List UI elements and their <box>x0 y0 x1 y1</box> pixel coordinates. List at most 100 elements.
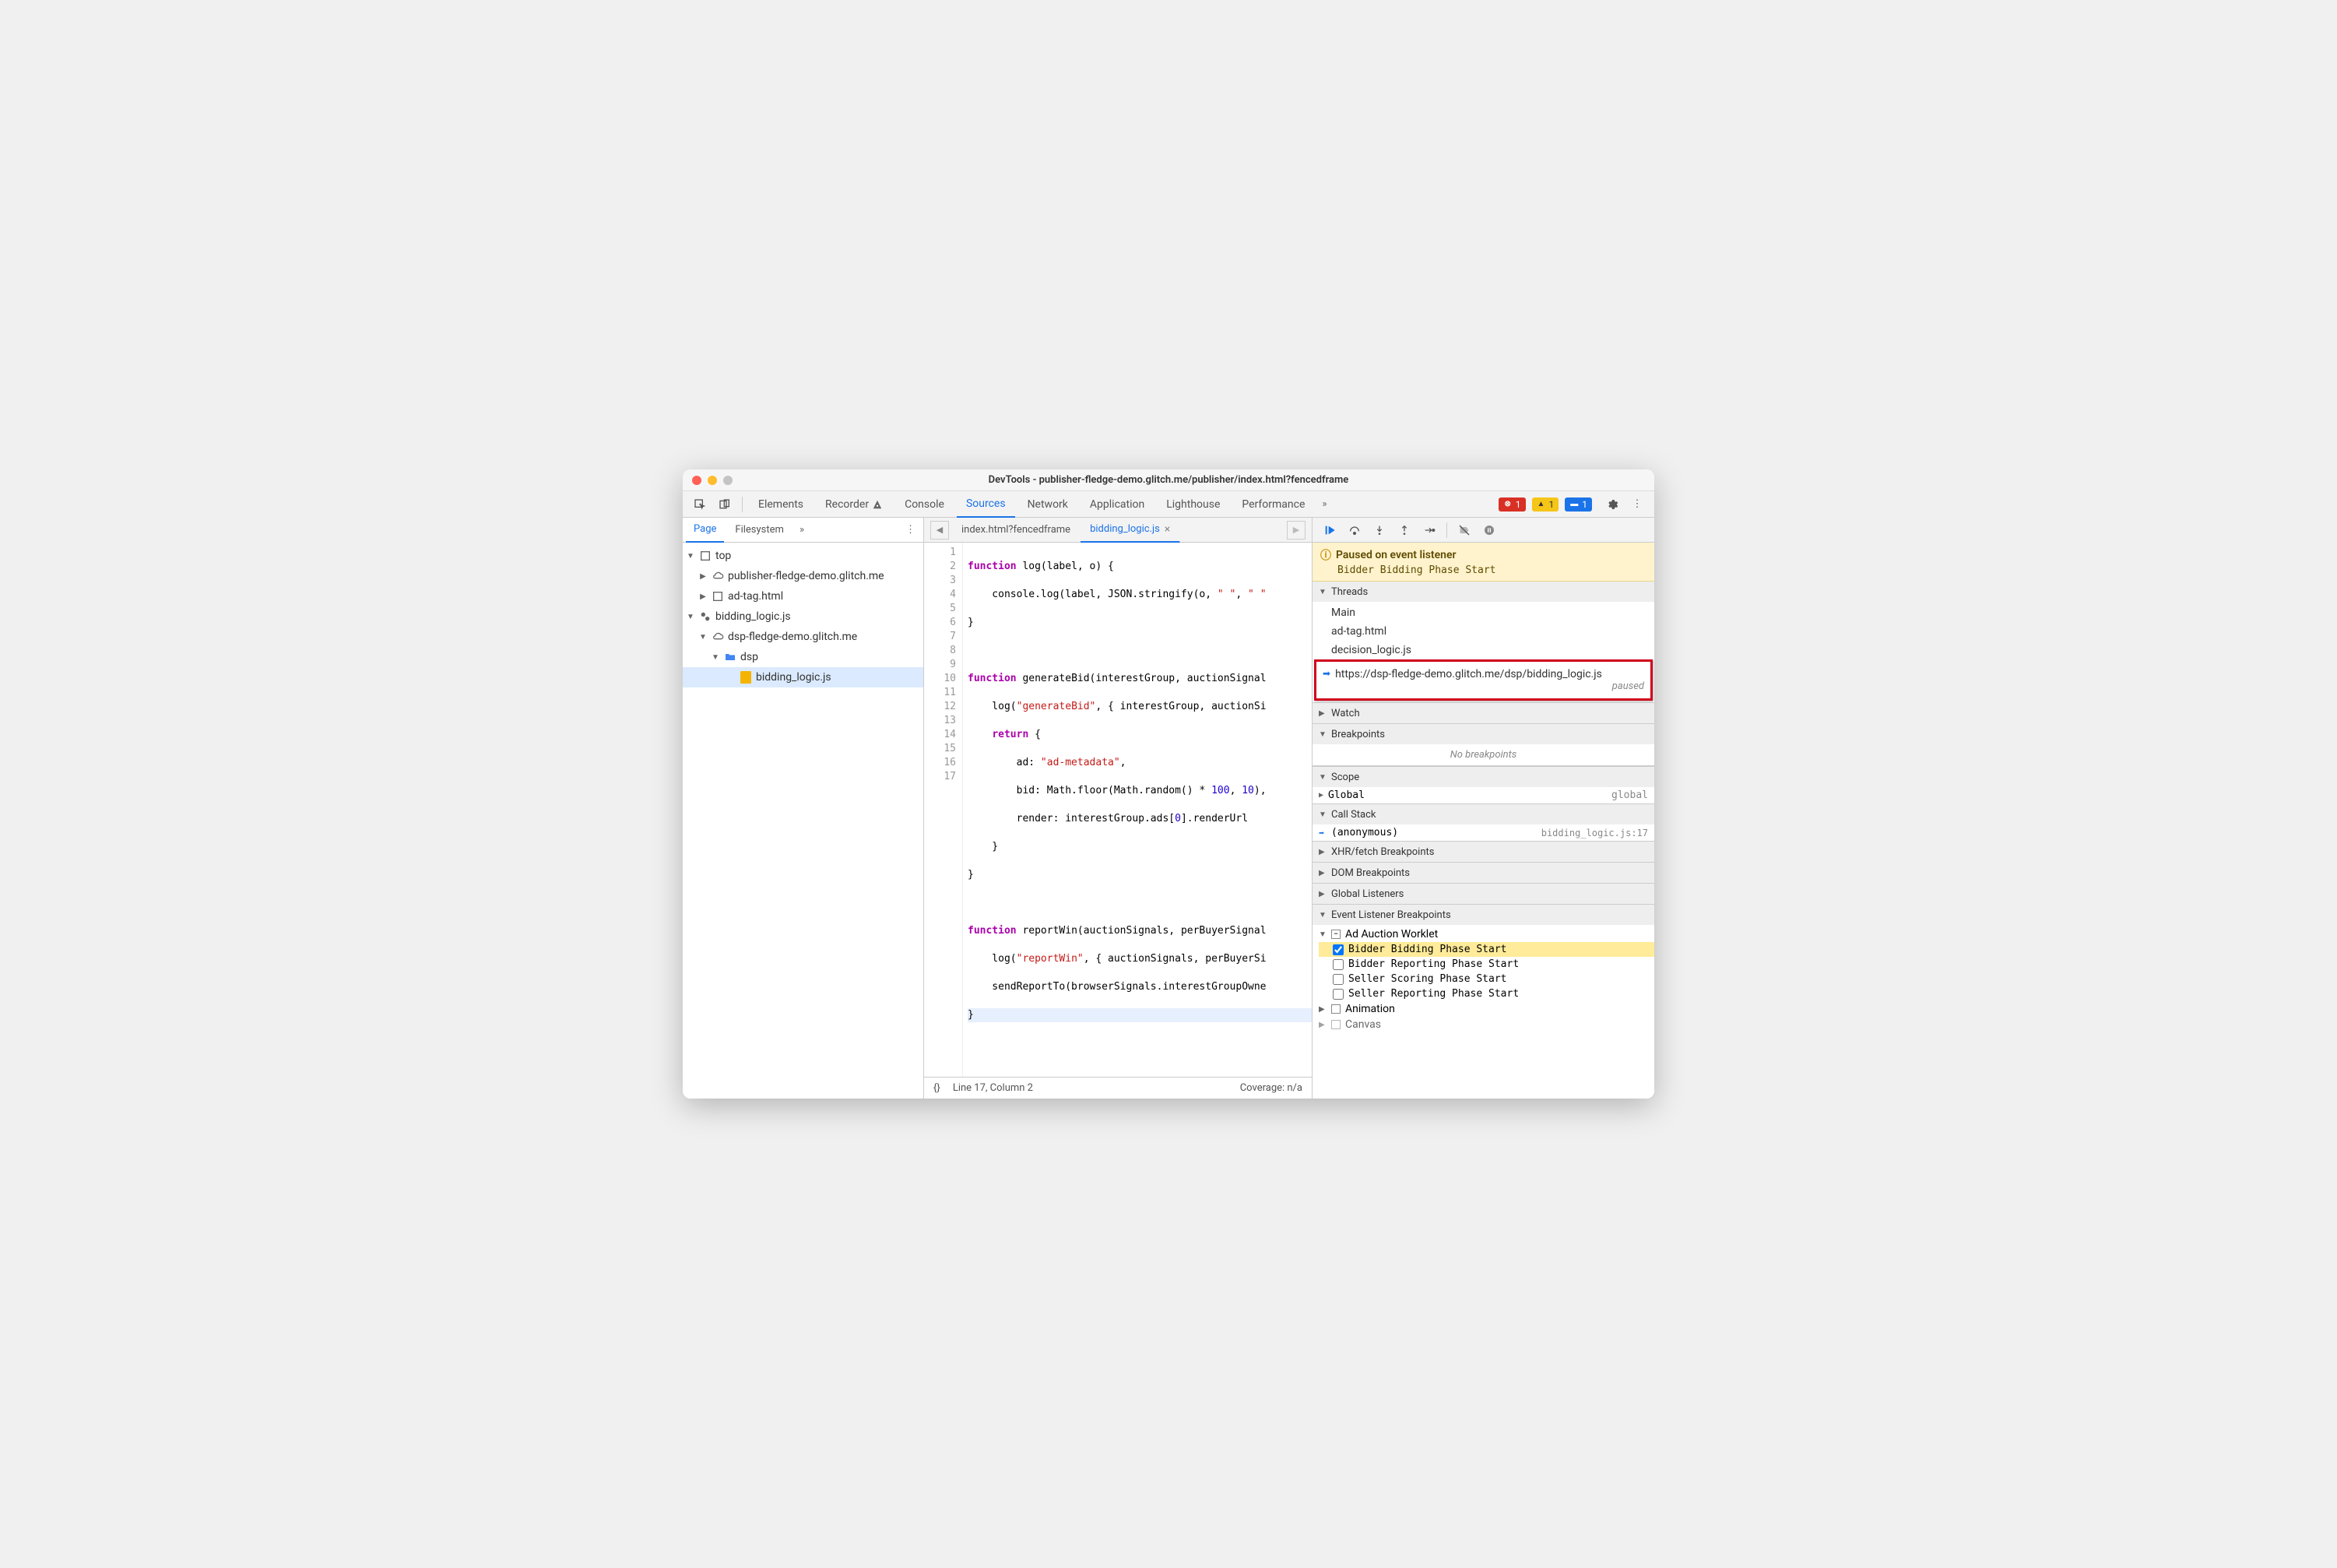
tab-sources[interactable]: Sources <box>957 491 1015 518</box>
tree-publisher-label: publisher-fledge-demo.glitch.me <box>728 570 884 582</box>
more-options-icon[interactable]: ⋮ <box>1626 494 1648 515</box>
tree-dsp-domain[interactable]: ▼ dsp-fledge-demo.glitch.me <box>683 627 923 647</box>
evt-bbs-checkbox[interactable] <box>1333 944 1344 955</box>
zoom-window-button[interactable] <box>723 476 733 485</box>
step-over-icon[interactable] <box>1344 521 1365 540</box>
scope-header[interactable]: ▼Scope <box>1313 767 1654 787</box>
status-bar: {} Line 17, Column 2 Coverage: n/a <box>924 1077 1312 1099</box>
messages-badge[interactable]: ▬1 <box>1565 497 1592 512</box>
pause-banner: ⓘ Paused on event listener Bidder Biddin… <box>1313 543 1654 582</box>
step-icon[interactable] <box>1418 521 1440 540</box>
gl-label: Global Listeners <box>1331 888 1404 900</box>
evt-srs[interactable]: Seller Reporting Phase Start <box>1319 986 1654 1001</box>
evt-group-adauction[interactable]: ▼Ad Auction Worklet <box>1319 926 1654 942</box>
errors-badge[interactable]: ⊗1 <box>1499 497 1526 512</box>
checkbox-icon[interactable] <box>1331 1020 1341 1029</box>
evt-adauction-label: Ad Auction Worklet <box>1345 928 1438 940</box>
tab-network[interactable]: Network <box>1018 491 1077 518</box>
callstack-label: Call Stack <box>1331 809 1376 821</box>
checkbox-icon[interactable] <box>1331 1004 1341 1014</box>
tab-recorder-label: Recorder <box>825 498 869 511</box>
nav-tab-filesystem[interactable]: Filesystem <box>727 518 792 543</box>
nav-menu-icon[interactable]: ⋮ <box>901 524 920 536</box>
traffic-lights <box>692 476 733 485</box>
history-back-icon[interactable]: ◀ <box>930 521 949 540</box>
code-editor[interactable]: 1234567891011121314151617 function log(l… <box>924 543 1312 1077</box>
dom-breakpoints-header[interactable]: ▶DOM Breakpoints <box>1313 863 1654 883</box>
watch-label: Watch <box>1331 708 1360 719</box>
tree-publisher[interactable]: ▶ publisher-fledge-demo.glitch.me <box>683 566 923 586</box>
gears-icon <box>698 610 712 623</box>
evt-brs-checkbox[interactable] <box>1333 959 1344 970</box>
global-listeners-header[interactable]: ▶Global Listeners <box>1313 884 1654 904</box>
evt-sss-checkbox[interactable] <box>1333 974 1344 985</box>
thread-current-label: https://dsp-fledge-demo.glitch.me/dsp/bi… <box>1335 668 1644 680</box>
warnings-count: 1 <box>1549 499 1555 510</box>
indeterminate-checkbox-icon[interactable] <box>1331 930 1341 939</box>
history-forward-icon[interactable]: ▶ <box>1287 521 1306 540</box>
tree-bidding-root[interactable]: ▼ bidding_logic.js <box>683 606 923 627</box>
scope-global[interactable]: ▶Globalglobal <box>1313 787 1654 803</box>
thread-main[interactable]: Main <box>1313 603 1654 622</box>
tab-lighthouse[interactable]: Lighthouse <box>1157 491 1229 518</box>
settings-icon[interactable] <box>1601 494 1623 515</box>
no-breakpoints: No breakpoints <box>1313 744 1654 766</box>
resume-icon[interactable] <box>1319 521 1341 540</box>
pretty-print-icon[interactable]: {} <box>933 1082 940 1094</box>
editor-tab-bidding[interactable]: bidding_logic.js × <box>1081 518 1180 543</box>
breakpoints-header[interactable]: ▼Breakpoints <box>1313 724 1654 744</box>
tree-adtag-label: ad-tag.html <box>728 590 783 603</box>
inspect-element-icon[interactable] <box>689 494 711 515</box>
step-out-icon[interactable] <box>1393 521 1415 540</box>
more-tabs-icon[interactable]: » <box>1317 498 1331 510</box>
stack-frame-0[interactable]: ➡(anonymous)bidding_logic.js:17 <box>1313 824 1654 841</box>
editor-tabs: ◀ index.html?fencedframe bidding_logic.j… <box>924 518 1312 543</box>
pause-on-exceptions-icon[interactable] <box>1478 521 1500 540</box>
thread-current[interactable]: ➡ https://dsp-fledge-demo.glitch.me/dsp/… <box>1314 659 1653 701</box>
evt-srs-checkbox[interactable] <box>1333 989 1344 1000</box>
close-tab-icon[interactable]: × <box>1165 523 1170 536</box>
evt-group-canvas[interactable]: ▶Canvas <box>1319 1017 1654 1032</box>
tree-top[interactable]: ▼ top <box>683 546 923 566</box>
tab-performance[interactable]: Performance <box>1232 491 1314 518</box>
evt-bbs[interactable]: Bidder Bidding Phase Start <box>1319 942 1654 957</box>
stack-frame-0-label: (anonymous) <box>1331 827 1398 838</box>
tab-recorder[interactable]: Recorder <box>816 491 892 518</box>
tab-application[interactable]: Application <box>1081 491 1154 518</box>
watch-header[interactable]: ▶Watch <box>1313 703 1654 723</box>
tree-dsp-folder[interactable]: ▼ dsp <box>683 647 923 667</box>
tree-adtag[interactable]: ▶ ad-tag.html <box>683 586 923 606</box>
xhr-breakpoints-header[interactable]: ▶XHR/fetch Breakpoints <box>1313 842 1654 862</box>
nav-tab-page[interactable]: Page <box>686 518 724 543</box>
warnings-badge[interactable]: ▲1 <box>1532 497 1559 512</box>
tab-elements[interactable]: Elements <box>749 491 813 518</box>
tree-bidding-root-label: bidding_logic.js <box>715 610 791 623</box>
tab-console[interactable]: Console <box>895 491 954 518</box>
cloud-icon <box>711 631 725 643</box>
step-into-icon[interactable] <box>1369 521 1390 540</box>
dom-label: DOM Breakpoints <box>1331 867 1410 879</box>
close-window-button[interactable] <box>692 476 701 485</box>
evt-sss[interactable]: Seller Scoring Phase Start <box>1319 972 1654 986</box>
tree-bidding-file[interactable]: bidding_logic.js <box>683 667 923 687</box>
tree-dsp-domain-label: dsp-fledge-demo.glitch.me <box>728 631 857 643</box>
nav-more-icon[interactable]: » <box>795 524 809 536</box>
evt-label: Event Listener Breakpoints <box>1331 909 1451 921</box>
thread-decision[interactable]: decision_logic.js <box>1313 641 1654 659</box>
pause-subtitle: Bidder Bidding Phase Start <box>1337 564 1646 576</box>
scope-global-label: Global <box>1328 789 1365 801</box>
device-toolbar-icon[interactable] <box>714 494 736 515</box>
stack-frame-0-loc: bidding_logic.js:17 <box>1541 828 1648 838</box>
deactivate-breakpoints-icon[interactable] <box>1453 521 1475 540</box>
evt-brs[interactable]: Bidder Reporting Phase Start <box>1319 957 1654 972</box>
evt-group-animation[interactable]: ▶Animation <box>1319 1001 1654 1017</box>
minimize-window-button[interactable] <box>708 476 717 485</box>
folder-icon <box>723 651 737 663</box>
threads-header[interactable]: ▼Threads <box>1313 582 1654 602</box>
breakpoints-label: Breakpoints <box>1331 729 1385 740</box>
thread-paused-label: paused <box>1612 680 1644 692</box>
event-breakpoints-header[interactable]: ▼Event Listener Breakpoints <box>1313 905 1654 925</box>
editor-tab-index[interactable]: index.html?fencedframe <box>952 518 1081 543</box>
callstack-header[interactable]: ▼Call Stack <box>1313 804 1654 824</box>
thread-adtag[interactable]: ad-tag.html <box>1313 622 1654 641</box>
